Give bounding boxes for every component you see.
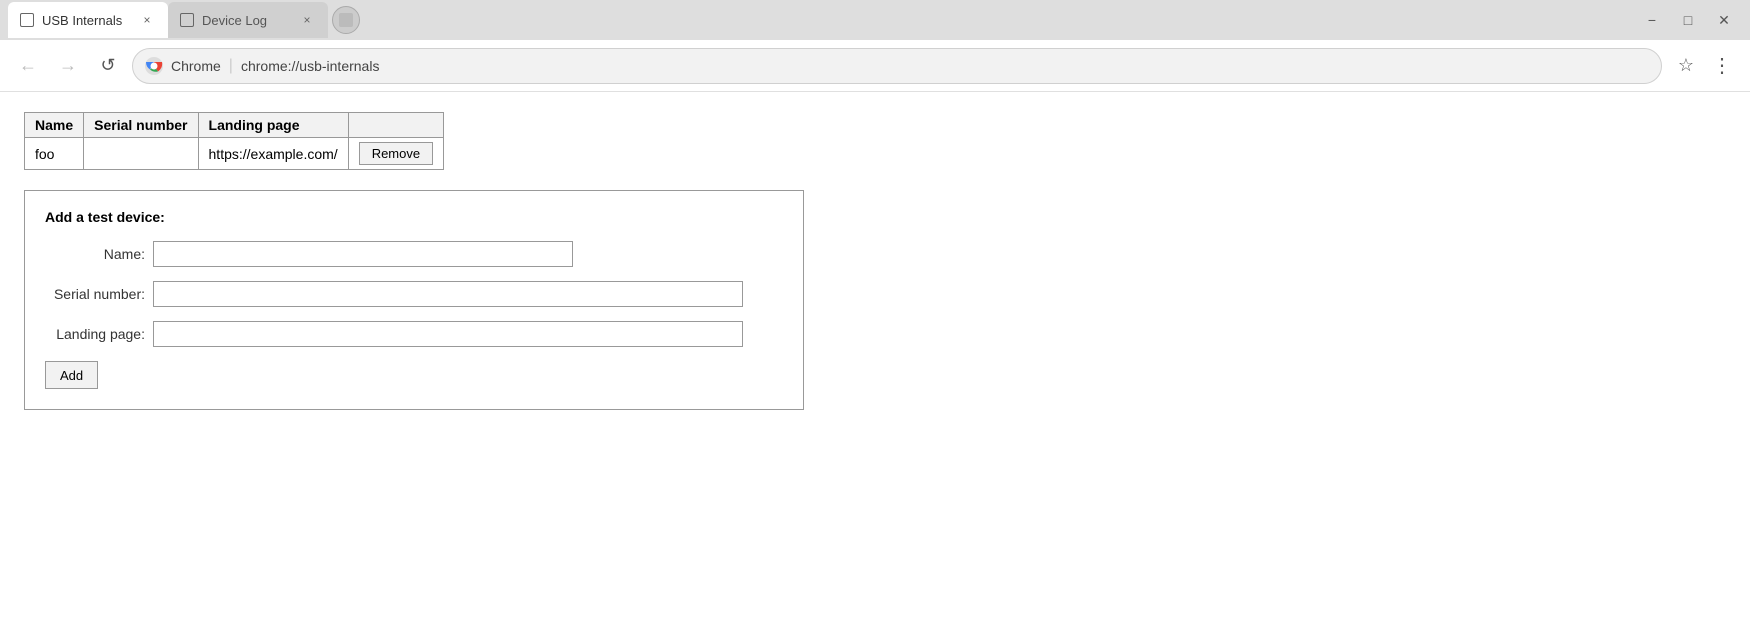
tab-icon-device-log — [180, 13, 194, 27]
tab-close-device-log[interactable]: × — [298, 11, 316, 29]
name-input[interactable] — [153, 241, 573, 267]
star-icon: ☆ — [1678, 55, 1694, 76]
nav-right-controls: ☆ ⋮ — [1670, 50, 1738, 82]
tab-label-device-log: Device Log — [202, 13, 267, 28]
title-bar: USB Internals × Device Log × − □ ✕ — [0, 0, 1750, 40]
new-tab-button[interactable] — [332, 6, 360, 34]
name-label: Name: — [45, 246, 145, 262]
page-content: Name Serial number Landing page foo http… — [0, 92, 1750, 644]
name-row: Name: — [45, 241, 783, 267]
forward-icon: → — [59, 55, 77, 76]
reload-icon: ↺ — [100, 55, 115, 76]
menu-icon: ⋮ — [1712, 53, 1732, 78]
add-button[interactable]: Add — [45, 361, 98, 389]
browser-name: Chrome — [171, 58, 221, 74]
col-header-serial: Serial number — [84, 113, 198, 138]
table-header-row: Name Serial number Landing page — [25, 113, 444, 138]
menu-button[interactable]: ⋮ — [1706, 50, 1738, 82]
maximize-button[interactable]: □ — [1678, 12, 1698, 28]
col-header-name: Name — [25, 113, 84, 138]
back-icon: ← — [19, 55, 37, 76]
tab-device-log[interactable]: Device Log × — [168, 2, 328, 38]
url-display: chrome://usb-internals — [241, 58, 380, 74]
cell-landing: https://example.com/ — [198, 138, 348, 170]
cell-serial — [84, 138, 198, 170]
address-divider: | — [229, 57, 233, 75]
cell-name: foo — [25, 138, 84, 170]
serial-row: Serial number: — [45, 281, 783, 307]
tab-icon-usb-internals — [20, 13, 34, 27]
col-header-action — [348, 113, 443, 138]
table-row: foo https://example.com/ Remove — [25, 138, 444, 170]
serial-label: Serial number: — [45, 286, 145, 302]
add-device-section: Add a test device: Name: Serial number: … — [24, 190, 804, 410]
remove-button[interactable]: Remove — [359, 142, 433, 165]
tab-label-usb-internals: USB Internals — [42, 13, 122, 28]
col-header-landing: Landing page — [198, 113, 348, 138]
back-button[interactable]: ← — [12, 50, 44, 82]
window-controls: − □ ✕ — [1642, 12, 1742, 29]
bookmark-button[interactable]: ☆ — [1670, 50, 1702, 82]
device-table: Name Serial number Landing page foo http… — [24, 112, 444, 170]
add-device-title: Add a test device: — [45, 209, 783, 225]
close-button[interactable]: ✕ — [1714, 12, 1734, 29]
tab-close-usb-internals[interactable]: × — [138, 11, 156, 29]
address-bar[interactable]: Chrome | chrome://usb-internals — [132, 48, 1662, 84]
tab-usb-internals[interactable]: USB Internals × — [8, 2, 168, 38]
landing-label: Landing page: — [45, 326, 145, 342]
cell-action: Remove — [348, 138, 443, 170]
serial-input[interactable] — [153, 281, 743, 307]
chrome-logo-icon — [145, 57, 163, 75]
reload-button[interactable]: ↺ — [92, 50, 124, 82]
forward-button[interactable]: → — [52, 50, 84, 82]
landing-row: Landing page: — [45, 321, 783, 347]
landing-input[interactable] — [153, 321, 743, 347]
navigation-bar: ← → ↺ Chrome | chrome://usb-internals ☆ … — [0, 40, 1750, 92]
minimize-button[interactable]: − — [1642, 12, 1662, 28]
